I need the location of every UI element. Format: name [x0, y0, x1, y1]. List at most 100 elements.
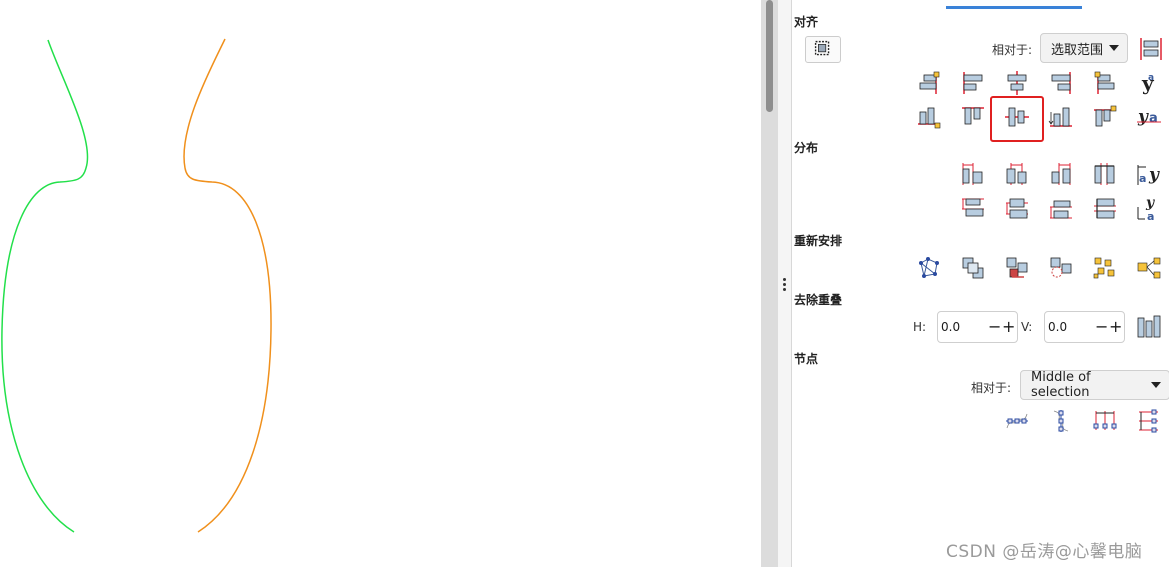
align-baseline-button[interactable]: ya — [1136, 70, 1162, 96]
distribute-top-icon — [962, 198, 984, 217]
h-gap-spinbox[interactable]: 0.0 − + — [937, 311, 1018, 343]
scrollbar-thumb[interactable] — [766, 0, 773, 112]
align-left-button[interactable] — [960, 70, 986, 96]
align-bottom-anchor-top-button[interactable] — [1092, 104, 1118, 130]
distribute-nodes-horizontal-button[interactable] — [1092, 408, 1118, 434]
rearrange-section-title: 重新安排 — [794, 234, 843, 248]
align-right-button[interactable] — [1048, 70, 1074, 96]
align-distribute-panel: 对齐 相对于: 选取范围 ya y a 分布 a y y a 重新安排 去除重叠… — [791, 0, 1169, 567]
relative-to-label: 相对于: — [992, 43, 1033, 57]
align-bottom-button[interactable] — [1048, 104, 1074, 130]
h-gap-value[interactable]: 0.0 — [941, 320, 960, 334]
unclump-icon — [1137, 257, 1161, 279]
distribute-centers-horizontal-button[interactable] — [1004, 161, 1030, 187]
highlight-box — [990, 96, 1044, 142]
text-anchor-icon: ya — [1137, 107, 1161, 127]
svg-text:a: a — [1148, 73, 1154, 83]
exchange-positions-button[interactable] — [960, 255, 986, 281]
remove-overlap-section-title: 去除重叠 — [794, 293, 843, 307]
distribute-vcenters-icon — [1006, 198, 1028, 219]
align-top-icon — [962, 107, 984, 125]
align-section-title: 对齐 — [794, 15, 819, 29]
align-right-icon — [919, 71, 940, 94]
h-gap-label: H: — [913, 320, 927, 334]
distribute-baselines-vertical-button[interactable]: ya — [1136, 196, 1162, 222]
align-nodes-vertical-button[interactable] — [1048, 408, 1074, 434]
distribute-centers-icon — [1006, 163, 1027, 185]
nodes-relative-to-value: Middle of selection — [1031, 370, 1091, 400]
selection-box-icon — [814, 40, 830, 56]
exchange-order-icon — [1006, 257, 1028, 278]
align-bottom-icon — [1048, 107, 1072, 127]
watermark-text: CSDN @岳涛@心馨电脑 — [946, 542, 1143, 562]
canvas-scrollbar[interactable] — [761, 0, 778, 567]
svg-text:y: y — [1148, 165, 1160, 185]
exchange-icon — [962, 257, 984, 279]
left-curve — [1, 39, 89, 533]
exchange-clockwise-button[interactable] — [1048, 255, 1074, 281]
drawing-canvas[interactable] — [0, 0, 761, 567]
minus-icon[interactable]: − — [1095, 318, 1108, 336]
distribute-top-edges-button[interactable] — [960, 196, 986, 222]
nodes-vertical-icon — [1053, 410, 1069, 432]
exchange-selection-order-button[interactable] — [1004, 255, 1030, 281]
svg-text:a: a — [1149, 111, 1158, 126]
randomize-positions-button[interactable] — [1092, 255, 1118, 281]
distribute-centers-vertical-button[interactable] — [1004, 196, 1030, 222]
nodes-distribute-v-icon — [1139, 409, 1158, 433]
distribute-right-icon — [1051, 163, 1071, 185]
align-left-anchor-icon — [1094, 71, 1115, 94]
align-nodes-horizontal-button[interactable] — [1004, 408, 1030, 434]
distribute-gaps-horizontal-button[interactable] — [1092, 161, 1118, 187]
distribute-bottom-icon — [1050, 200, 1072, 219]
distribute-baselines-horizontal-button[interactable]: ay — [1136, 161, 1162, 187]
splitter-grip-icon[interactable] — [783, 278, 786, 292]
align-bottom-anchor-icon — [918, 107, 941, 129]
nodes-distribute-h-icon — [1093, 411, 1117, 430]
unclump-button[interactable] — [1136, 255, 1162, 281]
align-right-anchor-left-button[interactable] — [916, 70, 942, 96]
anchor-align-icon — [1140, 38, 1162, 60]
svg-text:a: a — [1139, 172, 1146, 185]
align-top-anchor-bottom-button[interactable] — [916, 104, 942, 130]
align-text-anchor-button[interactable]: ya — [1136, 104, 1162, 130]
active-tab-indicator — [946, 6, 1082, 9]
distribute-bottom-edges-button[interactable] — [1048, 196, 1074, 222]
svg-text:y: y — [1145, 196, 1155, 211]
rearrange-graph-button[interactable] — [916, 255, 942, 281]
v-gap-value[interactable]: 0.0 — [1048, 320, 1067, 334]
nodes-section-title: 节点 — [794, 352, 819, 366]
right-curve — [183, 38, 272, 533]
v-gap-spinbox[interactable]: 0.0 − + — [1044, 311, 1125, 343]
align-edges-toggle[interactable] — [1138, 36, 1164, 62]
nodes-horizontal-icon — [1006, 413, 1028, 429]
align-right-edge-icon — [1051, 72, 1071, 94]
nodes-relative-to-dropdown[interactable]: Middle of selection — [1020, 370, 1169, 400]
plus-icon[interactable]: + — [1109, 318, 1122, 336]
distribute-right-edges-button[interactable] — [1048, 161, 1074, 187]
distribute-left-edges-button[interactable] — [960, 161, 986, 187]
distribute-gaps-icon — [1094, 163, 1115, 185]
align-top-anchor-icon — [1094, 105, 1117, 127]
distribute-gaps-vertical-button[interactable] — [1092, 196, 1118, 222]
align-left-anchor-right-button[interactable] — [1092, 70, 1118, 96]
remove-overlaps-button[interactable] — [1136, 314, 1162, 340]
plus-icon[interactable]: + — [1002, 318, 1015, 336]
canvas-drawing — [1, 38, 272, 533]
align-top-button[interactable] — [960, 104, 986, 130]
graph-network-icon — [919, 257, 939, 278]
chevron-down-icon — [1151, 382, 1161, 388]
treat-as-group-toggle[interactable] — [805, 36, 841, 63]
nodes-relative-to-label: 相对于: — [971, 381, 1012, 395]
rotate-exchange-icon — [1050, 257, 1072, 278]
center-vertical-axis-button[interactable] — [1004, 70, 1030, 96]
center-vertical-icon — [1007, 71, 1027, 95]
relative-to-dropdown[interactable]: 选取范围 — [1040, 33, 1128, 63]
distribute-nodes-vertical-button[interactable] — [1136, 408, 1162, 434]
minus-icon[interactable]: − — [988, 318, 1001, 336]
text-baseline-icon: ya — [1141, 71, 1155, 95]
baseline-vdistribute-icon: ya — [1137, 196, 1155, 222]
distribute-vgaps-icon — [1094, 198, 1116, 219]
distribute-section-title: 分布 — [794, 141, 819, 155]
svg-text:a: a — [1147, 210, 1154, 222]
